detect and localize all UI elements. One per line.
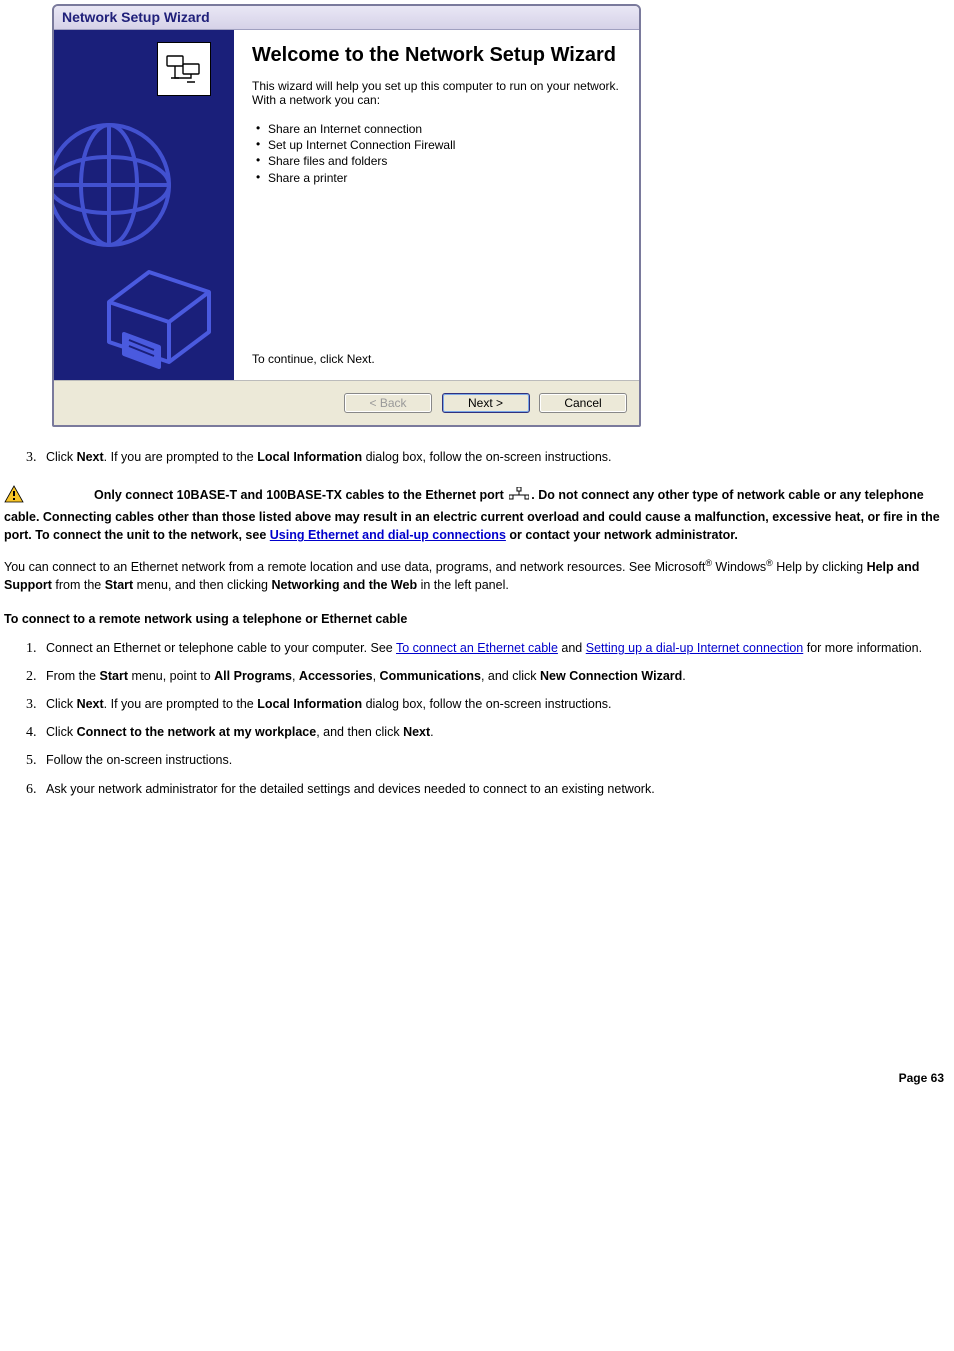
text: , [292, 669, 299, 683]
wizard-bullet: Share a printer [256, 170, 625, 186]
list-item: Ask your network administrator for the d… [40, 775, 950, 803]
list-item: Click Next. If you are prompted to the L… [40, 443, 950, 471]
text-bold: Next [77, 450, 104, 464]
text: Windows [712, 560, 766, 574]
network-computers-icon [157, 42, 211, 96]
text-bold: Communications [380, 669, 481, 683]
page-number: Page 63 [4, 1063, 950, 1093]
list-item: Click Next. If you are prompted to the L… [40, 690, 950, 718]
registered-symbol: ® [766, 558, 773, 568]
step-list-first: Click Next. If you are prompted to the L… [4, 443, 950, 471]
text-bold: Connect to the network at my workplace [77, 725, 317, 739]
text: menu, and then clicking [133, 578, 271, 592]
text-bold: Start [105, 578, 133, 592]
text-bold: All Programs [214, 669, 292, 683]
text-bold: Next [77, 697, 104, 711]
text: Click [46, 725, 77, 739]
wizard-bullet: Set up Internet Connection Firewall [256, 137, 625, 153]
wizard-bullet: Share files and folders [256, 153, 625, 169]
list-item: Connect an Ethernet or telephone cable t… [40, 634, 950, 662]
caution-block: Only connect 10BASE-T and 100BASE-TX cab… [4, 485, 950, 544]
text: . If you are prompted to the [104, 697, 258, 711]
wizard-heading: Welcome to the Network Setup Wizard [252, 44, 625, 67]
text: or contact your network administrator. [506, 528, 738, 542]
step-list-second: Connect an Ethernet or telephone cable t… [4, 634, 950, 803]
wizard-titlebar: Network Setup Wizard [54, 6, 639, 30]
text: From the [46, 669, 100, 683]
section-heading: To connect to a remote network using a t… [4, 612, 950, 626]
text-bold: New Connection Wizard [540, 669, 682, 683]
text: for more information. [803, 641, 922, 655]
text: and [558, 641, 586, 655]
text-bold: Next [403, 725, 430, 739]
text: , [373, 669, 380, 683]
text-bold: Local Information [257, 450, 362, 464]
text: . [682, 669, 685, 683]
text: . [430, 725, 433, 739]
dialup-setup-link[interactable]: Setting up a dial-up Internet connection [586, 641, 804, 655]
text: dialog box, follow the on-screen instruc… [362, 697, 611, 711]
next-button[interactable]: Next > [442, 393, 530, 413]
wizard-bullet-list: Share an Internet connection Set up Inte… [252, 121, 625, 186]
text-bold: Start [100, 669, 128, 683]
text: , and click [481, 669, 540, 683]
printer-icon [89, 262, 219, 372]
caution-text: Only connect 10BASE-T and 100BASE-TX cab… [4, 488, 940, 542]
network-setup-wizard-dialog: Network Setup Wizard [52, 4, 641, 427]
ethernet-dialup-link[interactable]: Using Ethernet and dial-up connections [270, 528, 506, 542]
text: . If you are prompted to the [104, 450, 258, 464]
text: Click [46, 450, 77, 464]
list-item: Follow the on-screen instructions. [40, 746, 950, 774]
text: , and then click [316, 725, 403, 739]
wizard-intro-text: This wizard will help you set up this co… [252, 79, 625, 107]
wizard-continue-text: To continue, click Next. [252, 352, 625, 372]
text: Only connect 10BASE-T and 100BASE-TX cab… [94, 488, 507, 502]
wizard-footer: < Back Next > Cancel [54, 380, 639, 425]
back-button: < Back [344, 393, 432, 413]
registered-symbol: ® [705, 558, 712, 568]
text-bold: Local Information [257, 697, 362, 711]
document-body: Click Next. If you are prompted to the L… [4, 443, 950, 1093]
text: Connect an Ethernet or telephone cable t… [46, 641, 396, 655]
wizard-sidebar-graphic [54, 30, 234, 380]
wizard-content: Welcome to the Network Setup Wizard This… [234, 30, 639, 380]
text-bold: Networking and the Web [271, 578, 417, 592]
warning-icon [4, 485, 24, 508]
globe-icon [54, 115, 179, 255]
wizard-body: Welcome to the Network Setup Wizard This… [54, 30, 639, 380]
text: Help by clicking [773, 560, 867, 574]
connect-ethernet-link[interactable]: To connect an Ethernet cable [396, 641, 558, 655]
text: dialog box, follow the on-screen instruc… [362, 450, 611, 464]
text: Click [46, 697, 77, 711]
list-item: From the Start menu, point to All Progra… [40, 662, 950, 690]
text: menu, point to [128, 669, 214, 683]
list-item: Click Connect to the network at my workp… [40, 718, 950, 746]
remote-paragraph: You can connect to an Ethernet network f… [4, 557, 950, 594]
wizard-bullet: Share an Internet connection [256, 121, 625, 137]
text: in the left panel. [417, 578, 509, 592]
text: You can connect to an Ethernet network f… [4, 560, 705, 574]
ethernet-port-icon [509, 487, 529, 506]
cancel-button[interactable]: Cancel [539, 393, 627, 413]
text: from the [52, 578, 105, 592]
text-bold: Accessories [299, 669, 373, 683]
